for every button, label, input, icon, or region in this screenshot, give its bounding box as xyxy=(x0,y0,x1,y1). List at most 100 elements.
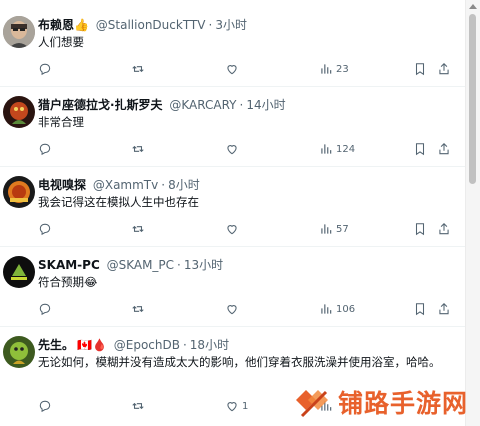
timestamp[interactable]: 8小时 xyxy=(168,178,200,192)
like-button[interactable] xyxy=(225,221,242,237)
share-icon xyxy=(439,303,449,315)
tweet-actions: 124 xyxy=(0,141,466,157)
views-icon xyxy=(321,64,332,74)
heart-icon xyxy=(227,65,237,75)
tweet-text: 非常合理 xyxy=(38,115,84,129)
handle[interactable]: @XammTv xyxy=(93,178,158,192)
timestamp[interactable]: 3小时 xyxy=(215,18,247,32)
like-button[interactable] xyxy=(225,301,242,317)
bookmark-button[interactable] xyxy=(413,61,427,77)
display-name[interactable]: 先生。 xyxy=(38,338,74,352)
heart-icon xyxy=(227,145,237,155)
repost-button[interactable] xyxy=(131,398,145,414)
tweet[interactable]: SKAM-PC @SKAM_PC · 13小时 符合预期😂 106 xyxy=(0,246,466,327)
avatar[interactable] xyxy=(3,336,35,368)
reply-button[interactable] xyxy=(38,61,52,77)
tweet[interactable]: 猎户座德拉戈·扎斯罗夫 @KARCARY · 14小时 非常合理 124 xyxy=(0,86,466,167)
share-button[interactable] xyxy=(437,221,451,237)
tweet[interactable]: 电视嗅探 @XammTv · 8小时 我会记得这在模拟人生中也存在 57 xyxy=(0,166,466,247)
repost-button[interactable] xyxy=(131,61,145,77)
bookmark-button[interactable] xyxy=(413,221,427,237)
display-name[interactable]: 电视嗅探 xyxy=(38,178,86,192)
repost-button[interactable] xyxy=(131,301,145,317)
bookmark-button[interactable] xyxy=(413,301,427,317)
heart-icon xyxy=(227,402,237,412)
scroll-up-arrow-icon[interactable] xyxy=(469,4,477,9)
repost-button[interactable] xyxy=(131,141,145,157)
heart-icon xyxy=(227,225,237,235)
views-button[interactable]: 57 xyxy=(319,221,349,237)
tweet-actions: 23 xyxy=(0,61,466,77)
reply-button[interactable] xyxy=(38,141,52,157)
separator-dot: · xyxy=(182,338,187,352)
tweet-header: SKAM-PC @SKAM_PC · 13小时 xyxy=(38,256,456,274)
tweet-actions: 106 xyxy=(0,301,466,317)
repost-icon xyxy=(132,225,144,233)
timestamp[interactable]: 18小时 xyxy=(190,338,229,352)
avatar[interactable] xyxy=(3,256,35,288)
handle[interactable]: @SKAM_PC xyxy=(107,258,174,272)
views-icon xyxy=(321,144,332,154)
share-icon xyxy=(439,143,449,155)
repost-icon xyxy=(132,65,144,73)
display-name[interactable]: SKAM-PC xyxy=(38,258,100,272)
emoji-icon: 👍 xyxy=(74,18,89,32)
separator-dot: · xyxy=(161,178,166,192)
separator-dot: · xyxy=(208,18,213,32)
display-name[interactable]: 布赖恩 xyxy=(38,18,74,32)
views-button[interactable]: 106 xyxy=(319,301,355,317)
tweet-header: 猎户座德拉戈·扎斯罗夫 @KARCARY · 14小时 xyxy=(38,96,456,114)
share-icon xyxy=(439,63,449,75)
watermark-text: 铺路手游网 xyxy=(338,389,469,418)
bookmark-icon xyxy=(415,303,425,316)
share-icon xyxy=(439,223,449,235)
share-button[interactable] xyxy=(437,301,451,317)
views-icon xyxy=(321,224,332,234)
avatar[interactable] xyxy=(3,176,35,208)
tweet-text: 人们想要 xyxy=(38,35,84,49)
display-name[interactable]: 猎户座德拉戈·扎斯罗夫 xyxy=(38,98,163,112)
drop-icon: 🩸 xyxy=(91,338,107,352)
reply-icon xyxy=(39,303,51,316)
reply-button[interactable] xyxy=(38,301,52,317)
like-button[interactable] xyxy=(225,61,242,77)
tweet-text: 符合预期😂 xyxy=(38,275,98,289)
handle[interactable]: @StallionDuckTTV xyxy=(96,18,206,32)
views-button[interactable]: 124 xyxy=(319,141,355,157)
avatar-image xyxy=(3,336,35,368)
tweet-actions: 57 xyxy=(0,221,466,237)
avatar-image xyxy=(3,16,35,48)
bookmark-icon xyxy=(415,63,425,76)
scrollbar-thumb[interactable] xyxy=(469,14,476,184)
reply-icon xyxy=(39,63,51,76)
handle[interactable]: @KARCARY xyxy=(169,98,236,112)
separator-dot: · xyxy=(239,98,244,112)
tweet-header: 先生。 🇨🇦🩸 @EpochDB · 18小时 xyxy=(38,336,456,354)
views-button[interactable]: 23 xyxy=(319,61,349,77)
like-button[interactable]: 1 xyxy=(225,398,248,414)
reply-button[interactable] xyxy=(38,221,52,237)
bookmark-button[interactable] xyxy=(413,141,427,157)
avatar[interactable] xyxy=(3,16,35,48)
avatar-image xyxy=(3,96,35,128)
view-count: 124 xyxy=(336,143,356,155)
repost-icon xyxy=(132,305,144,313)
tweet-feed: 布赖恩👍 @StallionDuckTTV · 3小时 人们想要 23 猎户座德… xyxy=(0,0,466,426)
timestamp[interactable]: 13小时 xyxy=(184,258,223,272)
views-icon xyxy=(321,304,332,314)
tweet[interactable]: 布赖恩👍 @StallionDuckTTV · 3小时 人们想要 23 xyxy=(0,0,466,87)
share-button[interactable] xyxy=(437,141,451,157)
repost-button[interactable] xyxy=(131,221,145,237)
heart-icon xyxy=(227,305,237,315)
share-button[interactable] xyxy=(437,61,451,77)
like-button[interactable] xyxy=(225,141,242,157)
reply-button[interactable] xyxy=(38,398,52,414)
watermark-logo-icon xyxy=(296,390,328,418)
timestamp[interactable]: 14小时 xyxy=(246,98,285,112)
repost-icon xyxy=(132,402,144,410)
avatar[interactable] xyxy=(3,96,35,128)
view-count: 57 xyxy=(336,223,349,235)
view-count: 23 xyxy=(336,63,349,75)
handle[interactable]: @EpochDB xyxy=(114,338,180,352)
scrollbar[interactable] xyxy=(465,0,480,426)
